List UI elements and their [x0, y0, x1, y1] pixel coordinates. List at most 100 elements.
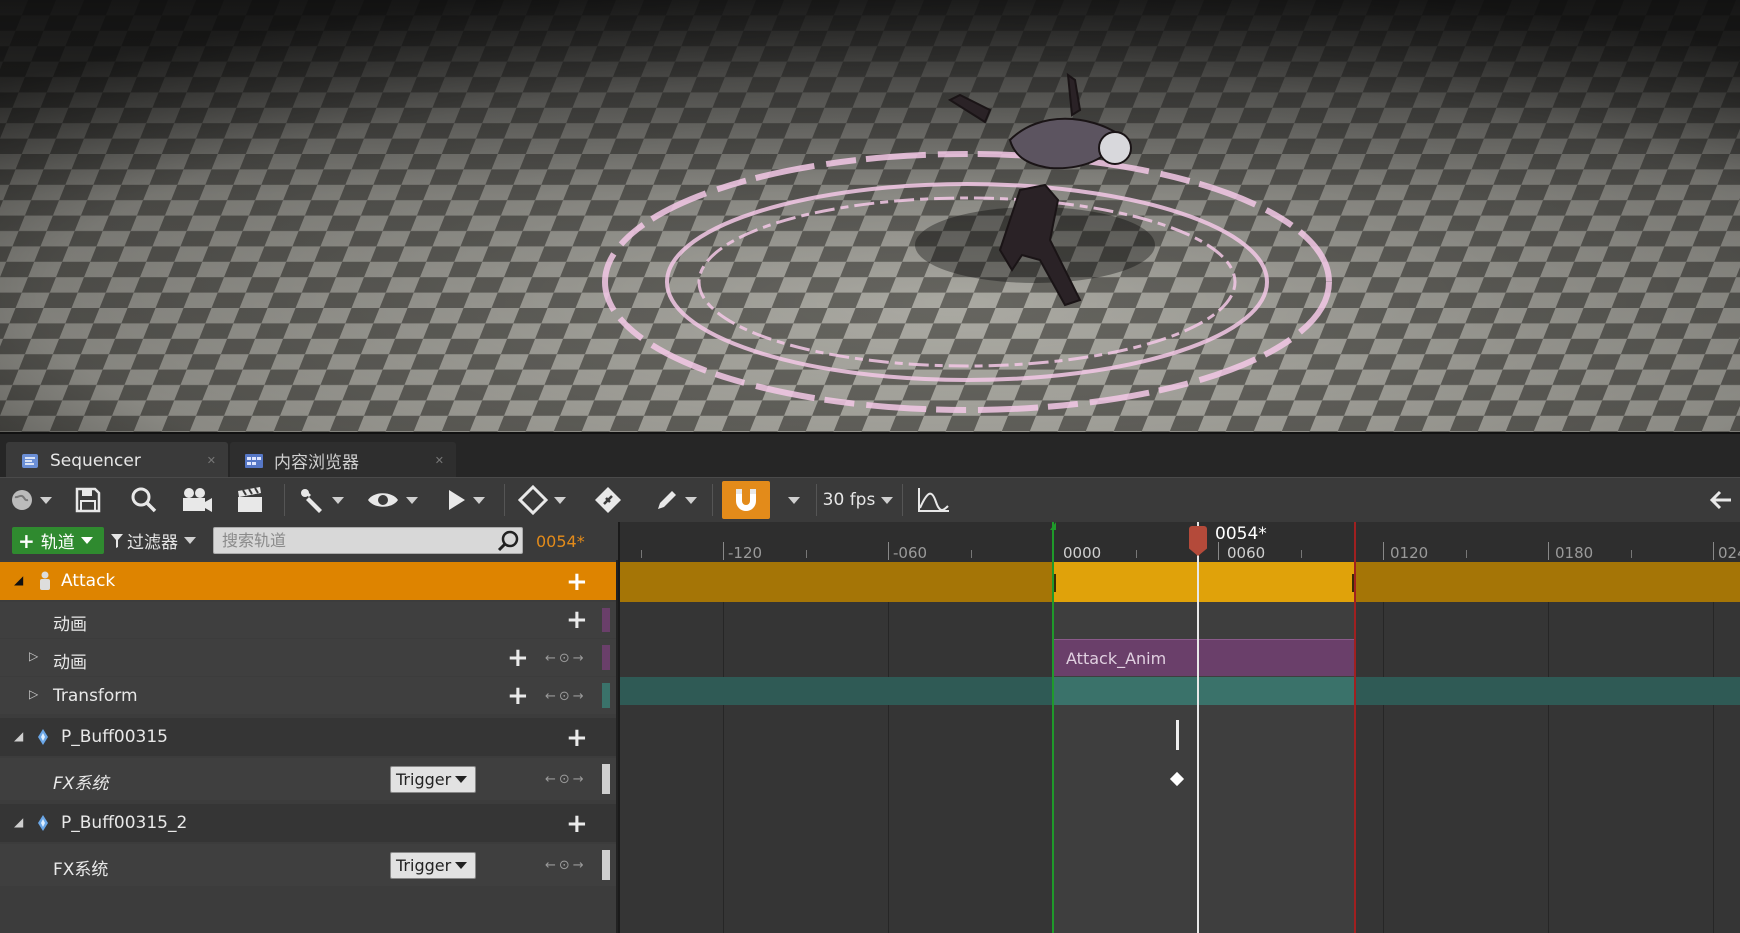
camera-button[interactable]: [176, 481, 218, 519]
key-all-button[interactable]: [588, 481, 628, 519]
browse-button[interactable]: [124, 481, 164, 519]
tree-row-transform[interactable]: ▷ Transform + ←⊙→: [0, 677, 616, 714]
add-track-plus-icon[interactable]: +: [566, 811, 588, 837]
tab-label: 内容浏览器: [274, 453, 359, 473]
collapse-icon[interactable]: ◢: [14, 815, 23, 829]
ruler-tick: [1548, 542, 1549, 560]
settings-button[interactable]: [294, 481, 348, 519]
track-color-bar: [602, 850, 610, 880]
collapse-icon[interactable]: ◢: [14, 729, 23, 743]
save-button[interactable]: [68, 481, 108, 519]
plus-icon: +: [18, 528, 35, 553]
toolbar-divider: [902, 484, 903, 516]
tree-row-animation-2[interactable]: ▷ 动画 + ←⊙→: [0, 639, 616, 676]
back-arrow-icon: [1710, 490, 1731, 510]
tree-row-label: FX系统: [53, 860, 109, 880]
ruler-label: -060: [893, 544, 928, 562]
track-search-input[interactable]: [213, 527, 523, 554]
search-icon[interactable]: [496, 529, 520, 553]
edit-mode-button[interactable]: [650, 481, 702, 519]
attack-anim-section[interactable]: Attack_Anim: [1053, 639, 1355, 676]
ruler-minor-tick: [1466, 550, 1467, 558]
close-icon[interactable]: ✕: [435, 454, 444, 467]
fps-label: 30 fps: [822, 490, 876, 510]
fx-key-bar[interactable]: [1176, 720, 1179, 750]
tree-row-fx-system-2[interactable]: FX系统 Trigger ←⊙→: [0, 844, 616, 886]
tree-filter-bar: + 轨道 过滤器 0054*: [0, 522, 618, 560]
trigger-dropdown[interactable]: Trigger: [390, 852, 476, 879]
tree-row-animation-1[interactable]: 动画 +: [0, 602, 616, 638]
key-navigation-icon[interactable]: ←⊙→: [545, 858, 587, 873]
end-marker[interactable]: [1354, 522, 1356, 933]
ruler-label: 024: [1718, 544, 1740, 562]
filter-dropdown[interactable]: 过滤器: [110, 527, 196, 554]
search-icon: [131, 487, 157, 513]
tree-row-attack[interactable]: ◢ Attack +: [0, 562, 616, 600]
ruler-label: 0060: [1227, 544, 1266, 562]
view-options-button[interactable]: [364, 481, 420, 519]
close-icon[interactable]: ✕: [207, 454, 216, 467]
trigger-dropdown[interactable]: Trigger: [390, 766, 476, 793]
add-track-plus-icon[interactable]: +: [566, 725, 588, 751]
filter-icon: [111, 533, 123, 548]
clapper-icon: [238, 487, 262, 512]
key-navigation-icon[interactable]: ←⊙→: [545, 651, 587, 666]
add-track-button[interactable]: + 轨道: [12, 527, 104, 554]
ruler-tick: [888, 542, 889, 560]
eye-icon: [368, 493, 398, 507]
start-marker-flag: [1050, 522, 1056, 530]
playback-button[interactable]: [440, 481, 492, 519]
ruler-tick: [1218, 542, 1219, 560]
add-section-plus-icon[interactable]: +: [507, 645, 529, 671]
snap-toggle[interactable]: [722, 481, 770, 519]
tab-label: Sequencer: [50, 450, 141, 471]
tab-content-browser[interactable]: 内容浏览器 ✕: [230, 442, 456, 479]
particle-icon: [36, 728, 50, 750]
key-navigation-icon[interactable]: ←⊙→: [545, 772, 587, 787]
curve-icon: [918, 488, 949, 512]
trigger-label: Trigger: [396, 770, 452, 789]
snap-options-dropdown[interactable]: [780, 481, 808, 519]
level-viewport[interactable]: [0, 0, 1740, 432]
tab-sequencer[interactable]: Sequencer ✕: [6, 442, 228, 479]
expand-icon[interactable]: ▷: [29, 649, 38, 663]
curve-editor-button[interactable]: [912, 481, 954, 519]
start-marker[interactable]: [1052, 522, 1054, 933]
expand-icon[interactable]: ▷: [29, 687, 38, 701]
attack-section-active[interactable]: [1053, 562, 1355, 602]
ruler-tick: [1383, 542, 1384, 560]
playback-range: [1053, 562, 1355, 933]
add-track-plus-icon[interactable]: +: [566, 569, 588, 595]
current-frame-readout[interactable]: 0054*: [536, 532, 585, 551]
grid-line: [1383, 562, 1384, 933]
ruler-label: 0000: [1063, 544, 1102, 562]
sequencer-icon: [20, 451, 40, 471]
playhead-line[interactable]: [1197, 522, 1199, 933]
ruler-label: 0120: [1390, 544, 1429, 562]
key-navigation-icon[interactable]: ←⊙→: [545, 689, 587, 704]
collapse-icon[interactable]: ◢: [14, 573, 23, 587]
key-group-button[interactable]: [514, 481, 570, 519]
tree-row-p-buff00315[interactable]: ◢ P_Buff00315 +: [0, 718, 616, 756]
timeline-area[interactable]: -120 -060 0000 0060 0120 0180 024 Attack…: [620, 522, 1740, 933]
track-color-bar: [602, 645, 610, 670]
time-ruler[interactable]: -120 -060 0000 0060 0120 0180 024: [620, 522, 1740, 562]
toolbar-divider: [712, 484, 713, 516]
world-button[interactable]: [8, 481, 54, 519]
trigger-label: Trigger: [396, 856, 452, 875]
toolbar-divider: [504, 484, 505, 516]
fps-dropdown[interactable]: 30 fps: [822, 481, 894, 519]
tree-row-p-buff00315-2[interactable]: ◢ P_Buff00315_2 +: [0, 804, 616, 842]
tree-row-label: FX系统: [53, 774, 109, 794]
render-movie-button[interactable]: [230, 481, 270, 519]
particle-icon: [36, 814, 50, 836]
grid-line: [723, 562, 724, 933]
sequencer-toolbar: 30 fps: [0, 477, 1740, 522]
tree-row-fx-system-1[interactable]: FX系统 Trigger ←⊙→: [0, 758, 616, 800]
transform-section[interactable]: [1053, 677, 1355, 705]
add-section-plus-icon[interactable]: +: [507, 683, 529, 709]
tree-row-label: P_Buff00315: [61, 727, 168, 747]
add-section-plus-icon[interactable]: +: [566, 607, 588, 633]
tree-row-label: Attack: [61, 571, 116, 591]
back-button[interactable]: [1706, 481, 1736, 519]
